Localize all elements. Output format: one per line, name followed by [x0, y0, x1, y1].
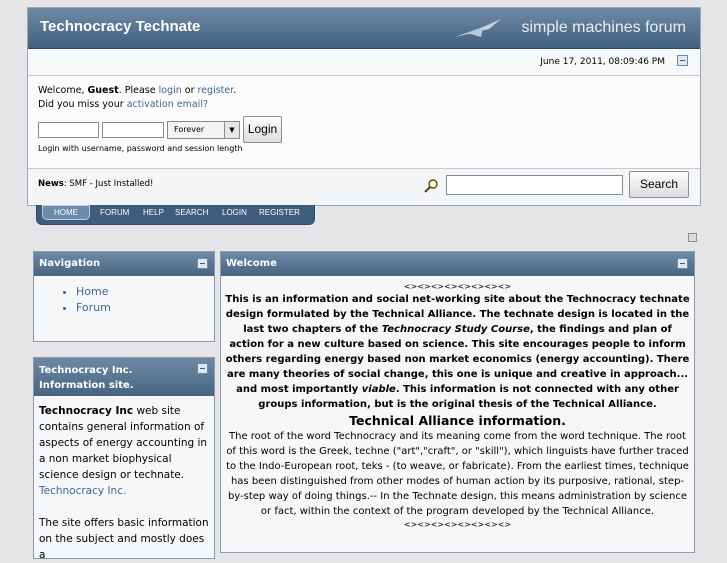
login-button[interactable]: Login	[243, 116, 282, 143]
password-input[interactable]	[102, 122, 164, 138]
menu-login[interactable]: LOGIN	[222, 208, 247, 217]
main-menu: HOME FORUM HELP SEARCH LOGIN REGISTER	[36, 205, 315, 225]
welcome-content: <><><><><><><><> This is an information …	[221, 276, 694, 531]
menu-register[interactable]: REGISTER	[259, 208, 300, 217]
smf-logo-icon	[455, 19, 501, 37]
username-input[interactable]	[38, 122, 99, 138]
intro-paragraph: This is an information and social net-wo…	[225, 294, 690, 410]
navigation-header: Navigation	[34, 252, 214, 276]
menu-home[interactable]: HOME	[42, 205, 90, 220]
menu-search[interactable]: SEARCH	[175, 208, 208, 217]
date-bar: June 17, 2011, 08:09:46 PM	[28, 49, 700, 76]
navigation-list: Home Forum	[34, 276, 214, 316]
register-link[interactable]: register	[198, 85, 234, 96]
technocracy-inc-link[interactable]: Technocracy Inc.	[39, 485, 126, 497]
guest-name: Guest	[87, 85, 119, 96]
collapse-header-icon[interactable]	[677, 55, 688, 66]
welcome-title: Welcome	[226, 258, 277, 269]
navigation-title: Navigation	[39, 258, 101, 269]
nav-item-home[interactable]: Home	[76, 284, 214, 300]
info-panel: Technocracy Inc. Information site. Techn…	[33, 357, 215, 561]
info-header: Technocracy Inc. Information site.	[34, 358, 214, 396]
menu-help[interactable]: HELP	[143, 208, 164, 217]
current-date: June 17, 2011, 08:09:46 PM	[540, 57, 665, 67]
divider-bottom: <><><><><><><><>	[403, 520, 512, 529]
session-length-select[interactable]: Forever ▼	[167, 121, 240, 139]
collapse-info-icon[interactable]	[197, 363, 208, 374]
welcome-text: Welcome, Guest. Please login or register…	[38, 85, 237, 110]
news-line: News: SMF - Just Installed!	[38, 179, 154, 189]
login-link[interactable]: login	[159, 85, 182, 96]
search-input[interactable]	[446, 175, 623, 195]
search-icon	[424, 179, 438, 193]
nav-item-forum[interactable]: Forum	[76, 300, 214, 316]
navigation-panel: Navigation Home Forum	[33, 251, 215, 342]
info-title: Technocracy Inc. Information site.	[39, 365, 134, 391]
welcome-panel: Welcome <><><><><><><><> This is an info…	[220, 251, 695, 553]
activation-email-link[interactable]: activation email?	[127, 99, 208, 110]
collapse-welcome-icon[interactable]	[677, 258, 688, 269]
smf-logo-text: simple machines forum	[521, 19, 687, 36]
menu-forum[interactable]: FORUM	[100, 208, 129, 217]
dropdown-arrow-icon: ▼	[224, 122, 239, 138]
divider-top: <><><><><><><><>	[403, 282, 512, 291]
body-paragraph: The root of the word Technocracy and its…	[226, 431, 689, 517]
expand-icon[interactable]	[688, 233, 697, 242]
login-hint: Login with username, password and sessio…	[38, 144, 243, 153]
search-button[interactable]: Search	[629, 171, 689, 198]
forum-title[interactable]: Technocracy Technate	[40, 18, 200, 35]
collapse-navigation-icon[interactable]	[197, 258, 208, 269]
header-bar: Technocracy Technate simple machines for…	[28, 8, 700, 49]
info-body: Technocracy Inc web site contains genera…	[39, 405, 209, 561]
section-heading: Technical Alliance information.	[349, 413, 566, 428]
welcome-header: Welcome	[221, 252, 694, 276]
